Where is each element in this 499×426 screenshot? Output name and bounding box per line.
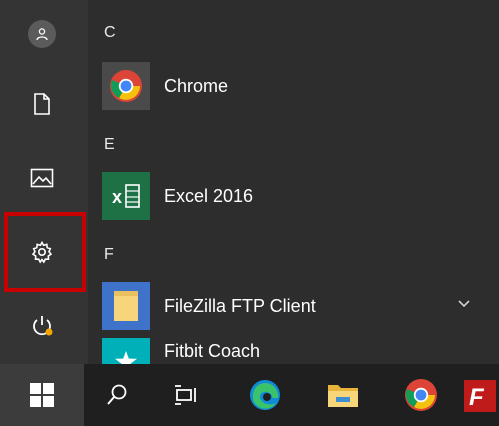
excel-tile: x bbox=[102, 172, 150, 220]
svg-text:x: x bbox=[112, 187, 122, 207]
section-header-e[interactable]: E bbox=[104, 136, 115, 154]
power-icon bbox=[29, 313, 55, 344]
chrome-tile bbox=[102, 62, 150, 110]
pictures-icon bbox=[30, 168, 54, 193]
app-item-filezilla[interactable]: FileZilla FTP Client bbox=[102, 280, 482, 332]
taskbar-search-button[interactable] bbox=[86, 364, 148, 426]
app-label-excel: Excel 2016 bbox=[164, 185, 254, 206]
documents-button[interactable] bbox=[14, 84, 70, 128]
task-view-icon bbox=[175, 385, 196, 405]
filezilla-folder-tile bbox=[102, 282, 150, 330]
user-account-button[interactable] bbox=[14, 12, 70, 56]
user-icon bbox=[28, 20, 56, 48]
taskbar-filezilla-button[interactable]: F bbox=[462, 364, 499, 426]
excel-icon: x bbox=[112, 184, 140, 208]
settings-highlight-box bbox=[4, 212, 86, 292]
task-view-button[interactable] bbox=[150, 364, 224, 426]
filezilla-icon: F bbox=[464, 380, 496, 412]
start-menu-screenshot: C Chrome E x Excel 2016 F FileZilla FTP … bbox=[0, 0, 499, 426]
taskbar: F bbox=[0, 364, 499, 426]
app-item-excel[interactable]: x Excel 2016 bbox=[102, 170, 482, 222]
windows-start-icon bbox=[30, 383, 54, 407]
section-header-f[interactable]: F bbox=[104, 246, 114, 264]
taskbar-edge-button[interactable] bbox=[228, 364, 302, 426]
start-left-rail bbox=[0, 0, 88, 364]
app-item-chrome[interactable]: Chrome bbox=[102, 60, 482, 112]
app-label-fitbit: Fitbit Coach bbox=[164, 340, 261, 361]
file-explorer-icon bbox=[328, 385, 358, 407]
folder-icon bbox=[114, 291, 138, 321]
start-button[interactable] bbox=[0, 364, 84, 426]
taskbar-chrome-button[interactable] bbox=[384, 364, 458, 426]
taskbar-file-explorer-button[interactable] bbox=[306, 364, 380, 426]
chrome-icon bbox=[110, 70, 142, 102]
app-label-filezilla: FileZilla FTP Client bbox=[164, 295, 316, 316]
pictures-button[interactable] bbox=[14, 158, 70, 202]
edge-icon bbox=[250, 380, 280, 410]
filezilla-glyph: F bbox=[469, 384, 485, 411]
chevron-down-icon[interactable] bbox=[454, 294, 474, 314]
section-header-c[interactable]: C bbox=[104, 24, 116, 42]
app-list: C Chrome E x Excel 2016 F FileZilla FTP … bbox=[88, 0, 499, 386]
chrome-icon bbox=[405, 379, 437, 411]
app-label-chrome: Chrome bbox=[164, 75, 229, 96]
documents-icon bbox=[33, 92, 51, 120]
search-icon bbox=[107, 384, 127, 405]
power-button[interactable] bbox=[14, 306, 70, 350]
